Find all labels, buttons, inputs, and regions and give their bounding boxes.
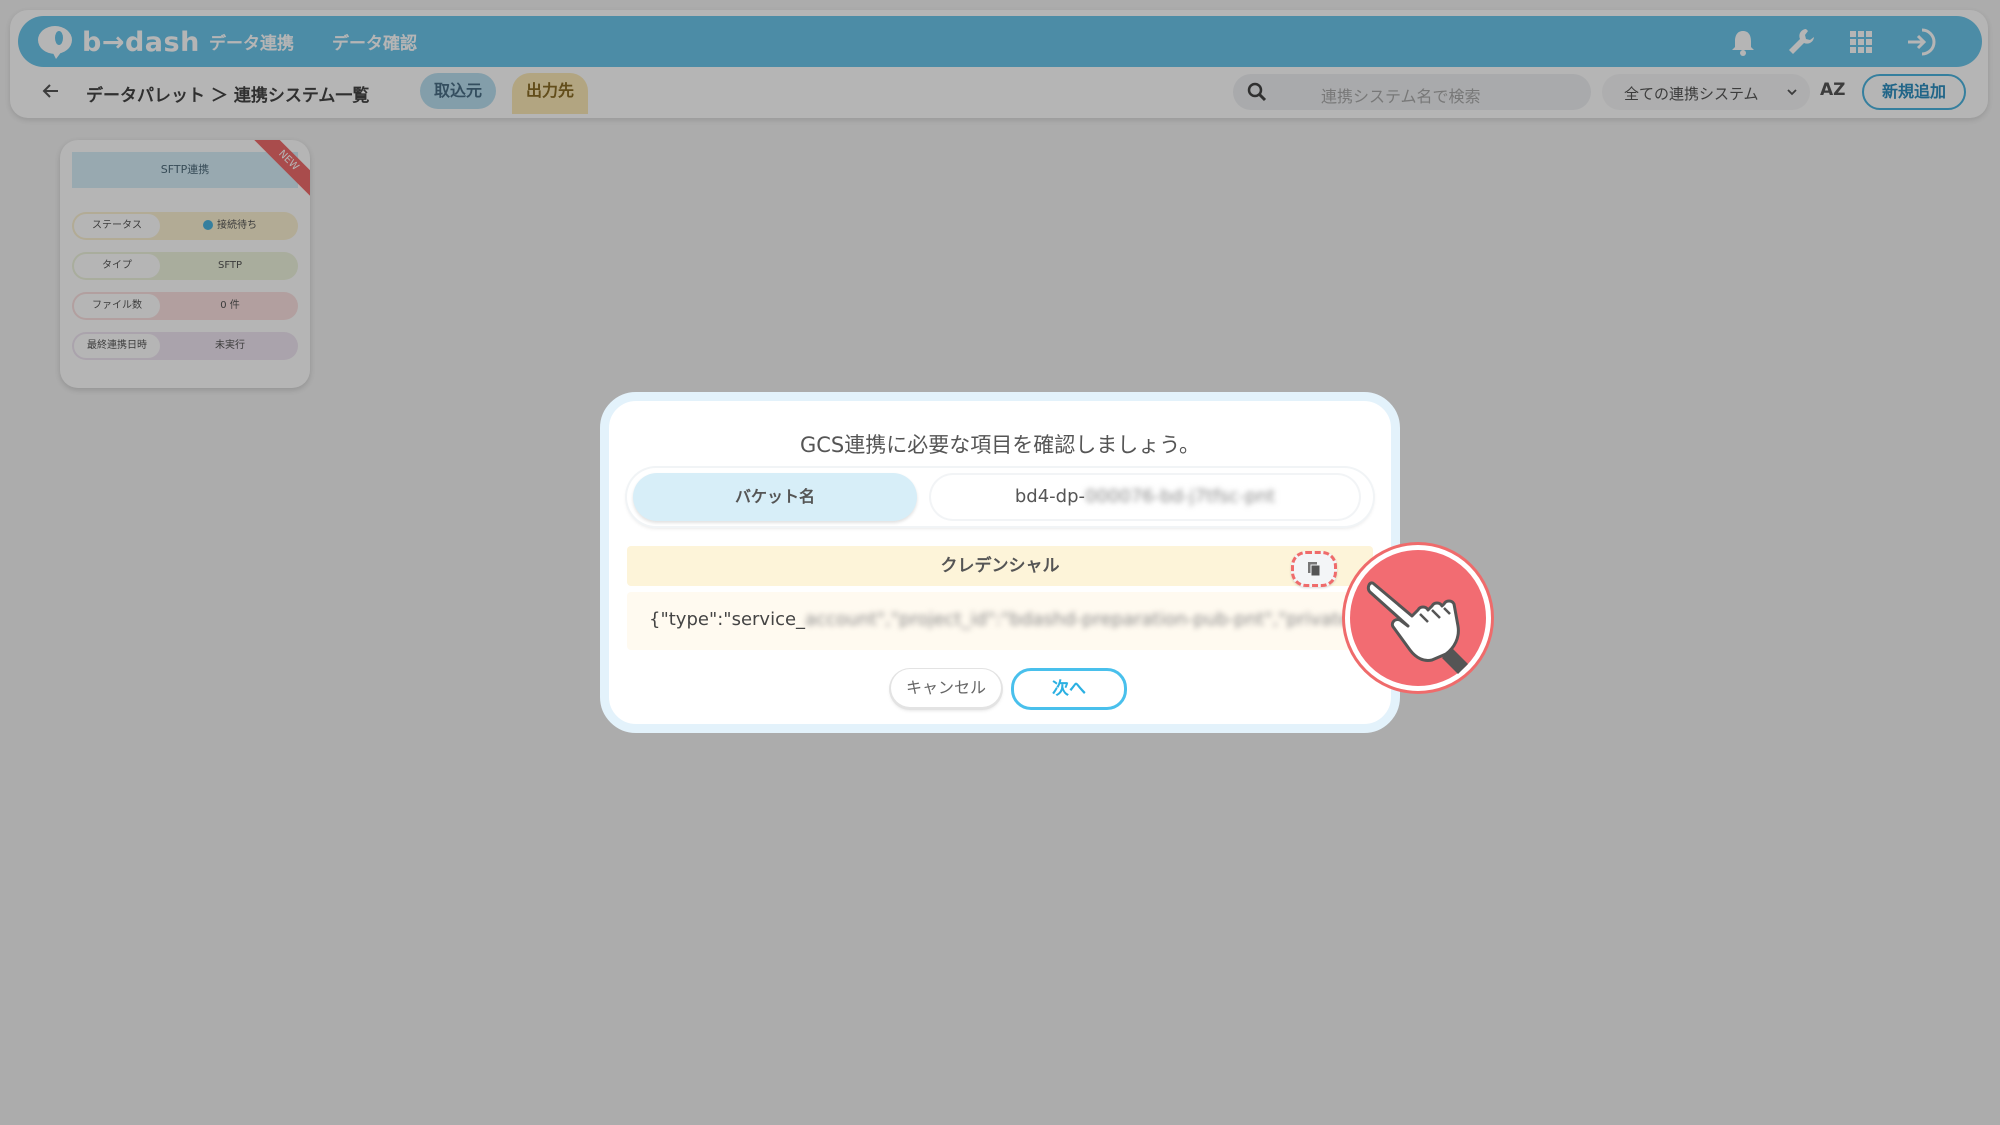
credential-header: クレデンシャル bbox=[627, 546, 1373, 586]
bucket-value-prefix: bd4-dp- bbox=[1014, 486, 1086, 507]
pointing-hand-icon bbox=[1366, 581, 1468, 674]
credential-text: {"type":"service_account","project_id":"… bbox=[649, 609, 1350, 630]
bucket-name-row: バケット名 bd4-dp-000076-bd-j7tfsc-pnt bbox=[627, 468, 1373, 526]
copy-icon bbox=[1308, 562, 1321, 577]
cancel-button[interactable]: キャンセル bbox=[891, 669, 1001, 707]
gcs-confirm-dialog: GCS連携に必要な項目を確認しましょう。 バケット名 bd4-dp-000076… bbox=[600, 392, 1400, 733]
credential-prefix: {"type":"service_ bbox=[649, 609, 806, 630]
next-button[interactable]: 次へ bbox=[1011, 668, 1127, 710]
dialog-title: GCS連携に必要な項目を確認しましょう。 bbox=[799, 433, 1200, 457]
bucket-value-masked: 000076-bd-j7tfsc-pnt bbox=[1085, 486, 1276, 507]
bucket-name-value[interactable]: bd4-dp-000076-bd-j7tfsc-pnt bbox=[929, 473, 1361, 521]
credential-masked: account","project_id":"bdashd-preparatio… bbox=[805, 609, 1351, 630]
click-pointer-hint bbox=[1345, 545, 1491, 691]
bucket-name-label: バケット名 bbox=[633, 473, 917, 521]
credential-field[interactable]: {"type":"service_account","project_id":"… bbox=[627, 592, 1373, 650]
copy-credential-button[interactable] bbox=[1291, 551, 1337, 587]
